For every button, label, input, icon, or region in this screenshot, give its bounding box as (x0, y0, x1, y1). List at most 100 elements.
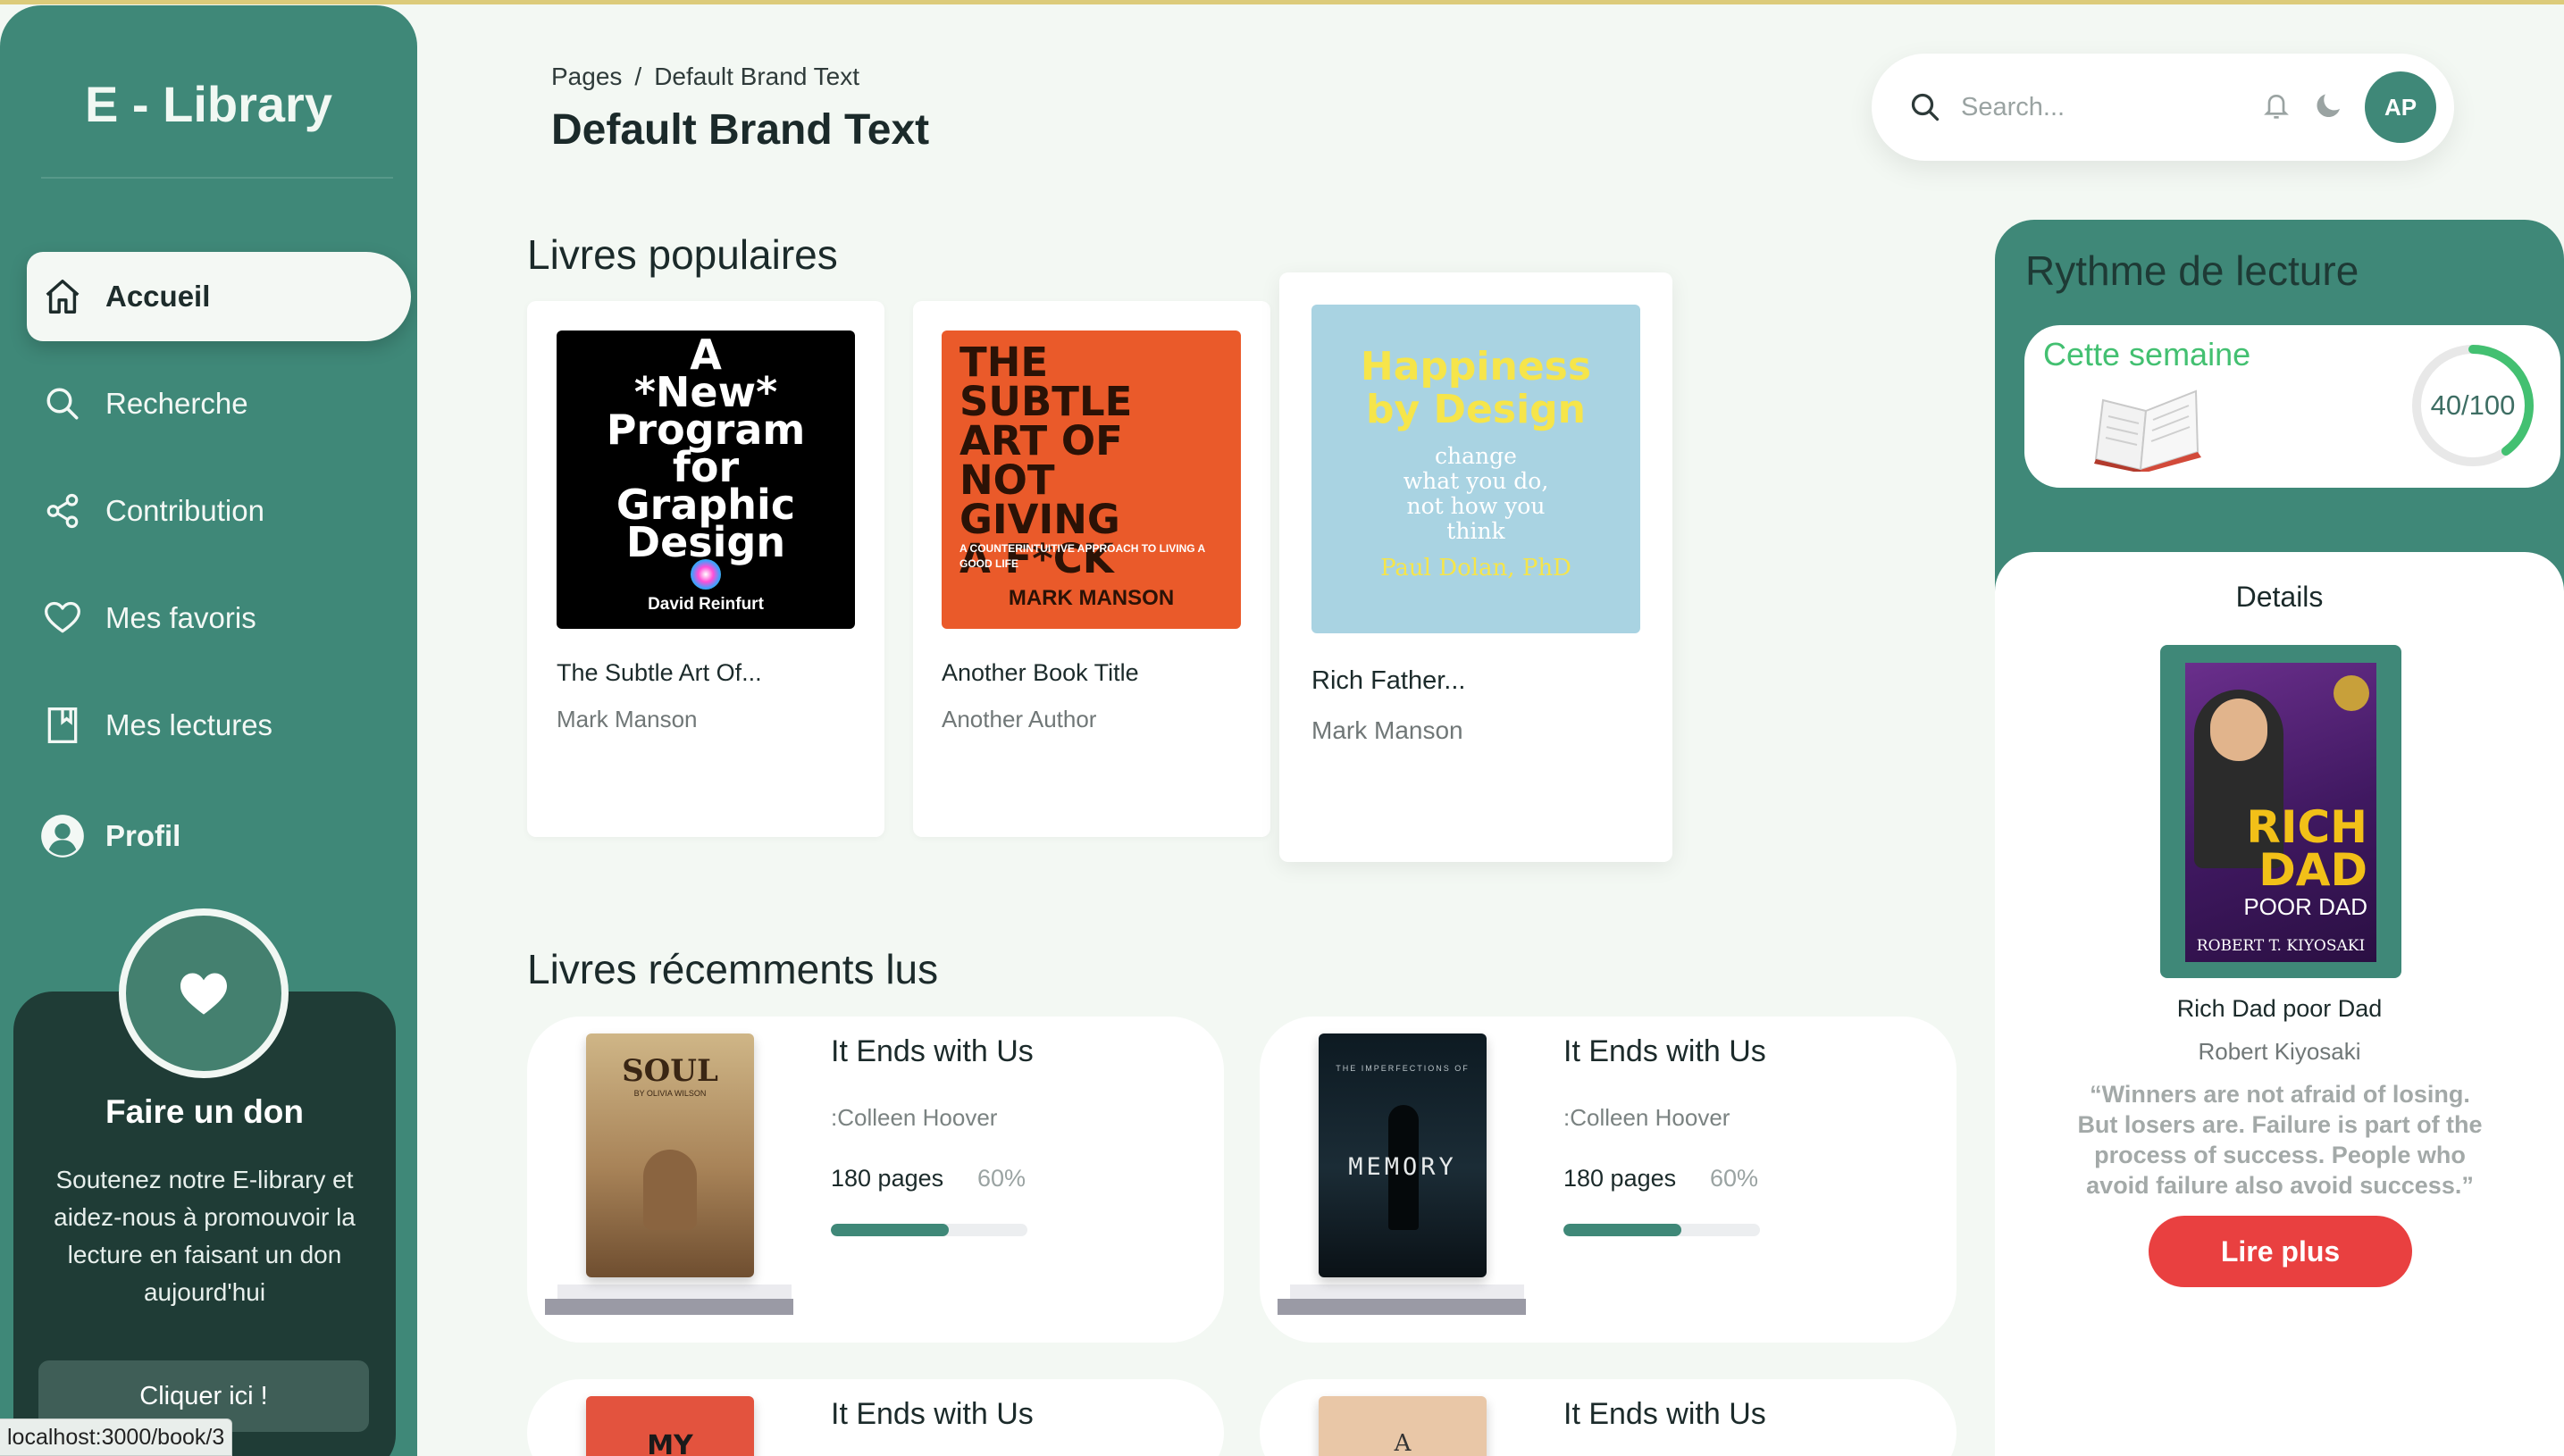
page-title: Default Brand Text (551, 106, 930, 154)
search-input[interactable] (1961, 86, 2229, 129)
recent-book-cover[interactable]: MY (586, 1396, 754, 1456)
cover-author: ROBERT T. KIYOSAKI (2196, 937, 2366, 955)
cover-subtitle: THE IMPERFECTIONS OF (1336, 1064, 1470, 1073)
cover-subtitle: A COUNTERINTUITIVE APPROACH TO LIVING A … (959, 542, 1205, 570)
recent-book-author: :Colleen Hoover (1563, 1104, 1730, 1131)
cover-text: THE (959, 339, 1049, 386)
details-book-title: Rich Dad poor Dad (2176, 995, 2383, 1022)
breadcrumb: Pages / Default Brand Text (551, 63, 859, 91)
read-more-button[interactable]: Lire plus (2149, 1216, 2412, 1287)
avatar[interactable]: AP (2365, 71, 2436, 143)
cover-face (2210, 699, 2267, 761)
cover-subtitle: change (1435, 443, 1517, 469)
cover-text: ART OF (959, 417, 1123, 464)
book-shelf-base (545, 1299, 793, 1315)
book-cover[interactable]: A *New* Program for Graphic Design David… (557, 331, 855, 629)
book-title: Rich Father... (1311, 666, 1466, 695)
reading-progress-fill (1563, 1224, 1681, 1236)
cover-text: POOR DAD (2243, 893, 2367, 920)
share-icon (39, 488, 86, 534)
brand-logo[interactable]: E - Library (0, 75, 417, 133)
cover-text: DAD (2258, 844, 2367, 896)
reading-rhythm-title: Rythme de lecture (2025, 247, 2359, 294)
header-search-bar: AP (1872, 54, 2454, 161)
reading-progress-bar (831, 1224, 1027, 1236)
details-book-cover[interactable]: RICH DAD POOR DAD ROBERT T. KIYOSAKI (2185, 663, 2376, 962)
nav-item-profil[interactable]: Profil (27, 791, 411, 881)
cover-author: MARK MANSON (1008, 586, 1175, 610)
reading-progress-fill (831, 1224, 949, 1236)
recent-book-title: It Ends with Us (1563, 1034, 1766, 1068)
recent-book-title: It Ends with Us (831, 1034, 1034, 1068)
book-author: Mark Manson (557, 706, 698, 732)
donate-text: Soutenez notre E-library et aidez-nous à… (54, 1166, 356, 1306)
nav-item-label: Mes favoris (105, 601, 256, 634)
book-title: The Subtle Art Of... (557, 659, 762, 686)
nav-item-label: Accueil (105, 280, 211, 313)
top-accent-line (0, 0, 2564, 4)
details-title: Details (2235, 581, 2324, 613)
recent-book-cover[interactable]: THE IMPERFECTIONS OF MEMORY (1319, 1033, 1487, 1277)
cover-rainbow-dot (691, 559, 721, 590)
recent-book-title: It Ends with Us (1563, 1397, 1766, 1431)
weekly-progress-value: 40/100 (2430, 389, 2516, 421)
recent-book-cover[interactable]: SOUL BY OLIVIA WILSON (586, 1033, 754, 1277)
recent-book-cover[interactable]: A (1319, 1396, 1487, 1456)
nav-item-contribution[interactable]: Contribution (27, 466, 411, 556)
recent-section-title: Livres récemments lus (527, 946, 939, 992)
details-book-author: Robert Kiyosaki (2198, 1038, 2361, 1065)
breadcrumb-root[interactable]: Pages (551, 63, 622, 90)
cover-subtitle: not how you (1406, 493, 1546, 519)
cover-text: A (1394, 1430, 1412, 1456)
nav-item-accueil[interactable]: Accueil (27, 252, 411, 341)
recent-book-author: :Colleen Hoover (831, 1104, 998, 1131)
cover-text: by Design (1366, 387, 1586, 432)
status-bar-url: localhost:3000/book/3 (0, 1418, 233, 1456)
bookmark-icon (39, 702, 86, 749)
cover-text: MY (647, 1430, 693, 1456)
reading-progress-bar (1563, 1224, 1760, 1236)
cover-author: David Reinfurt (648, 595, 764, 614)
nav-item-label: Mes lectures (105, 708, 273, 741)
cover-figure (643, 1150, 697, 1230)
cover-badge (2334, 675, 2369, 711)
cover-text: GIVING (959, 496, 1120, 543)
details-quote: “Winners are not afraid of losing. But l… (2077, 1081, 2483, 1199)
search-icon (1909, 91, 1941, 128)
donate-heart-badge (119, 908, 289, 1078)
cover-text: RICH (2246, 801, 2367, 853)
nav-item-lectures[interactable]: Mes lectures (27, 681, 411, 770)
nav-item-label: Contribution (105, 494, 264, 527)
heart-icon (39, 595, 86, 641)
nav-item-label: Profil (105, 819, 181, 852)
cover-subtitle: BY OLIVIA WILSON (633, 1089, 707, 1098)
donate-title: Faire un don (105, 1093, 304, 1130)
nav-item-recherche[interactable]: Recherche (27, 359, 411, 448)
cover-text: SUBTLE (959, 378, 1133, 425)
book-shelf-base (1278, 1299, 1526, 1315)
cover-author: Paul Dolan, PhD (1380, 555, 1571, 582)
bell-icon[interactable] (2262, 89, 2291, 126)
book-cover[interactable]: Happiness by Design change what you do, … (1311, 305, 1640, 633)
recent-book-percent: 60% (977, 1165, 1026, 1192)
breadcrumb-separator: / (634, 63, 642, 90)
user-circle-icon (39, 813, 86, 859)
cover-subtitle: think (1446, 518, 1505, 544)
book-cover[interactable]: THE SUBTLE ART OF NOT GIVING A F*CK A CO… (942, 331, 1241, 629)
open-book-icon (2087, 381, 2212, 476)
recent-book-title: It Ends with Us (831, 1397, 1034, 1431)
popular-section-title: Livres populaires (527, 231, 838, 278)
heart-icon (180, 973, 227, 1015)
book-title: Another Book Title (942, 659, 1139, 686)
book-shelf (557, 1284, 792, 1299)
cover-text: Happiness (1360, 344, 1592, 389)
cover-text: SOUL (622, 1053, 718, 1089)
moon-icon[interactable] (2313, 89, 2345, 126)
breadcrumb-current: Default Brand Text (654, 63, 860, 90)
book-author: Mark Manson (1311, 716, 1463, 744)
weekly-progress-label: Cette semaine (2043, 336, 2251, 372)
recent-book-pages: 180 pages (831, 1165, 944, 1192)
nav-item-favoris[interactable]: Mes favoris (27, 573, 411, 663)
book-shelf (1290, 1284, 1524, 1299)
home-icon (39, 273, 86, 320)
